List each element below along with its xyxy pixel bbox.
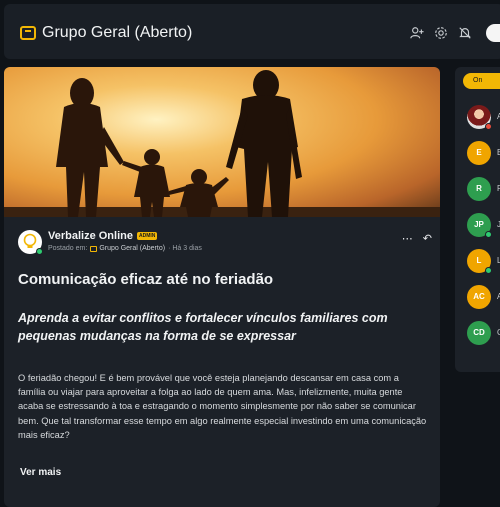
post-author: Verbalize Online ADMIN Postado em: Grupo… [18, 230, 202, 255]
author-name-row: Verbalize Online ADMIN [48, 230, 202, 242]
group-icon [90, 245, 98, 252]
settings-icon[interactable] [434, 26, 448, 40]
group-link-label: Grupo Geral (Aberto) [99, 245, 166, 252]
post-cover-image [4, 67, 440, 217]
tab-online[interactable]: On [463, 73, 500, 89]
notifications-off-icon[interactable] [458, 26, 472, 40]
online-status-dot [36, 248, 43, 255]
member-avatar[interactable]: E [467, 141, 491, 165]
post-subtitle: Aprenda a evitar conflitos e fortalecer … [18, 311, 388, 343]
post-title: Comunicação eficaz até no feriadão [18, 271, 274, 288]
post-actions: ⋯ ↶ [402, 232, 432, 245]
header-actions [410, 24, 500, 42]
share-icon[interactable]: ↶ [423, 232, 432, 245]
member-avatar[interactable]: JP [467, 213, 492, 238]
member-avatar[interactable]: R [467, 177, 491, 201]
online-status-dot [485, 267, 492, 274]
posted-in-label: Postado em: [48, 245, 88, 252]
busy-status-dot [485, 123, 492, 130]
post-time: · Há 3 dias [168, 245, 202, 252]
member-avatar[interactable]: L [467, 249, 492, 274]
group-title-wrap: Grupo Geral (Aberto) [20, 24, 192, 42]
see-more-link[interactable]: Ver mais [20, 467, 61, 478]
post-meta: Postado em: Grupo Geral (Aberto) · Há 3 … [48, 245, 202, 252]
author-info: Verbalize Online ADMIN Postado em: Grupo… [48, 230, 202, 252]
more-options-icon[interactable]: ⋯ [402, 232, 413, 245]
member-avatar[interactable] [467, 105, 492, 130]
member-avatar[interactable]: CD [467, 321, 491, 345]
admin-badge: ADMIN [136, 232, 158, 240]
group-icon [20, 26, 36, 40]
author-name[interactable]: Verbalize Online [48, 230, 133, 242]
post-body: O feriadão chegou! E é bem provável que … [18, 373, 427, 440]
member-avatar[interactable]: AC [467, 285, 491, 309]
group-title: Grupo Geral (Aberto) [42, 24, 193, 41]
members-panel: On A E E R R JP J L L AC A CD C [455, 67, 500, 372]
add-member-icon[interactable] [410, 26, 424, 40]
online-status-dot [485, 231, 492, 238]
group-header: Grupo Geral (Aberto) [4, 4, 500, 59]
author-avatar[interactable] [18, 230, 43, 255]
group-link[interactable]: Grupo Geral (Aberto) [90, 245, 165, 252]
post-card: Verbalize Online ADMIN Postado em: Grupo… [4, 67, 440, 507]
user-avatar[interactable] [486, 24, 500, 42]
